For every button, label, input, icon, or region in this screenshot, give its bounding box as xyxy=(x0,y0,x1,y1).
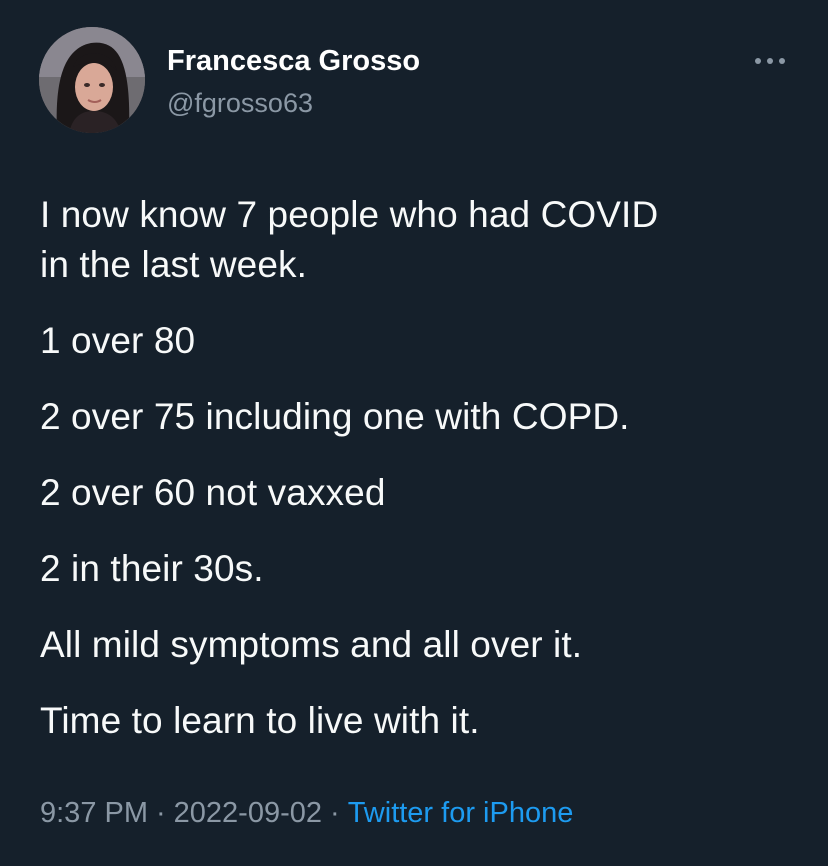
meta-separator: · xyxy=(330,797,340,829)
profile-photo-icon xyxy=(39,27,145,133)
tweet-line: All mild symptoms and all over it. xyxy=(40,624,583,665)
tweet-line: 2 over 75 including one with COPD. xyxy=(40,396,630,437)
more-horizontal-icon xyxy=(755,58,785,64)
tweet-line: in the last week. xyxy=(40,244,308,285)
tweet-metadata: 9:37 PM · 2022-09-02 · Twitter for iPhone xyxy=(40,794,573,832)
tweet-line: 1 over 80 xyxy=(40,320,196,361)
author-handle[interactable]: @fgrosso63 xyxy=(167,87,313,119)
tweet-line: I now know 7 people who had COVID xyxy=(40,194,659,235)
tweet-source-link[interactable]: Twitter for iPhone xyxy=(348,797,574,829)
author-display-name[interactable]: Francesca Grosso xyxy=(167,44,420,78)
meta-separator: · xyxy=(156,797,166,829)
tweet-time[interactable]: 9:37 PM xyxy=(40,797,148,829)
tweet-line: Time to learn to live with it. xyxy=(40,700,480,741)
tweet-date[interactable]: 2022-09-02 xyxy=(174,797,322,829)
more-options-button[interactable] xyxy=(748,46,792,76)
tweet-line: 2 over 60 not vaxxed xyxy=(40,472,386,513)
avatar[interactable] xyxy=(39,27,145,133)
tweet-line: 2 in their 30s. xyxy=(40,548,264,589)
tweet-text: I now know 7 people who had COVID in the… xyxy=(40,190,800,746)
